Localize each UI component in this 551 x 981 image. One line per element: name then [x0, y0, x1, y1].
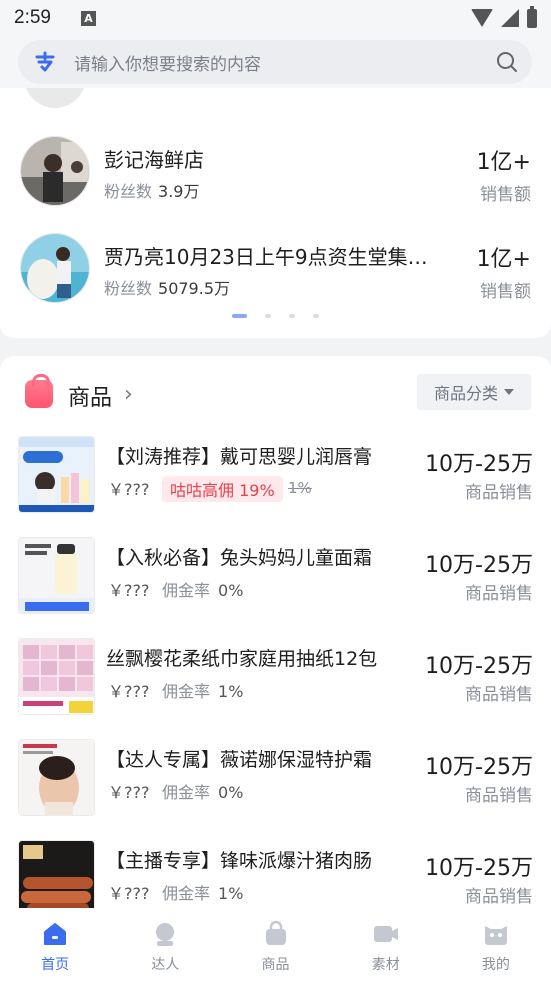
product-title: 【刘涛推荐】戴可思婴儿润唇膏 — [106, 446, 373, 468]
product-title: 【达人专属】薇诺娜保湿特护霜 — [106, 749, 373, 771]
influencer-name: 贾乃亮10月23日上午9点资生堂集团超级品牌日 — [104, 245, 444, 269]
goods-section: 商品 › 商品分类 【刘涛推荐】戴可思婴儿润唇膏 ￥??? 咕咕高佣 19% 1… — [0, 356, 551, 917]
sales-label: 商品销售 — [465, 584, 533, 604]
avatar — [20, 136, 90, 206]
tab-goods[interactable]: 商品 — [220, 908, 330, 981]
battery-icon — [527, 5, 537, 28]
product-sales: 10万-25万 — [425, 755, 533, 780]
status-icons — [471, 5, 537, 28]
commission-rate: 佣金率 0% — [162, 581, 244, 600]
sales-label: 商品销售 — [465, 786, 533, 806]
search-placeholder: 请输入你想要搜索的内容 — [74, 54, 261, 75]
bag-icon — [262, 920, 290, 948]
wifi-icon — [471, 9, 493, 27]
product-thumbnail — [18, 436, 95, 513]
tab-label: 商品 — [261, 957, 290, 973]
sales-label: 销售额 — [480, 185, 531, 205]
product-price: ￥??? — [108, 581, 150, 600]
product-sales: 10万-25万 — [425, 452, 533, 477]
shopping-bag-icon — [25, 374, 53, 408]
product-sales: 10万-25万 — [425, 654, 533, 679]
product-thumbnail — [18, 638, 95, 715]
goods-header: 商品 › 商品分类 — [0, 374, 551, 416]
section-title[interactable]: 商品 — [68, 380, 112, 412]
tab-home[interactable]: 首页 — [0, 908, 110, 981]
influencer-name: 彭记海鲜店 — [104, 148, 204, 172]
product-row[interactable]: 【达人专属】薇诺娜保湿特护霜 ￥??? 佣金率 0% 10万-25万 商品销售 — [0, 739, 551, 825]
product-title: 【入秋必备】兔头妈妈儿童面霜 — [106, 547, 373, 569]
product-row[interactable]: 【刘涛推荐】戴可思婴儿润唇膏 ￥??? 咕咕高佣 19% 1% 10万-25万 … — [0, 436, 551, 522]
influencer-card: 彭记海鲜店 粉丝数 3.9万 1亿+ 销售额 贾乃亮10月23日上午9点资生堂集团… — [0, 88, 551, 338]
sales-value: 1亿+ — [476, 150, 531, 175]
product-sales: 10万-25万 — [425, 856, 533, 881]
product-price: ￥??? — [108, 480, 150, 499]
signal-icon — [501, 9, 519, 27]
product-title: 丝飘樱花柔纸巾家庭用抽纸12包 — [106, 648, 378, 670]
tab-label: 达人 — [151, 957, 180, 973]
product-sales: 10万-25万 — [425, 553, 533, 578]
avatar — [20, 233, 90, 303]
chevron-right-icon[interactable]: › — [124, 382, 133, 407]
product-title: 【主播专享】锋味派爆汁猪肉肠 — [106, 850, 373, 872]
product-price: ￥??? — [108, 884, 150, 903]
influencer-row[interactable]: 彭记海鲜店 粉丝数 3.9万 1亿+ 销售额 — [0, 126, 551, 216]
person-icon — [151, 920, 179, 948]
tab-mine[interactable]: 我的 — [441, 908, 551, 981]
profile-icon — [482, 920, 510, 948]
carousel-dot — [313, 314, 319, 318]
product-row[interactable]: 【入秋必备】兔头妈妈儿童面霜 ￥??? 佣金率 0% 10万-25万 商品销售 — [0, 537, 551, 623]
video-icon — [372, 920, 400, 948]
search-icon[interactable] — [496, 51, 518, 73]
sales-label: 商品销售 — [465, 685, 533, 705]
status-bar: 2:59 A — [0, 0, 551, 36]
bottom-tab-bar: 首页 达人 商品 素材 我的 — [0, 908, 551, 981]
tab-influencers[interactable]: 达人 — [110, 908, 220, 981]
carousel-dot — [289, 314, 295, 318]
tab-label: 素材 — [371, 957, 400, 973]
category-label: 商品分类 — [433, 384, 498, 403]
commission-rate: 佣金率 0% — [162, 783, 244, 802]
sales-label: 销售额 — [480, 282, 531, 302]
sales-value: 1亿+ — [476, 247, 531, 272]
tab-materials[interactable]: 素材 — [331, 908, 441, 981]
sales-label: 商品销售 — [465, 483, 533, 503]
product-thumbnail — [18, 537, 95, 614]
category-filter-button[interactable]: 商品分类 — [417, 374, 531, 410]
commission-badge: 咕咕高佣 19% — [162, 476, 283, 502]
status-time: 2:59 — [14, 7, 51, 28]
app-logo-icon — [32, 49, 58, 75]
home-icon — [41, 920, 69, 948]
avatar — [24, 88, 86, 108]
product-thumbnail — [18, 840, 95, 917]
carousel-dot — [232, 314, 247, 318]
fans-count: 粉丝数 5079.5万 — [104, 279, 231, 298]
search-area: 请输入你想要搜索的内容 — [0, 36, 551, 88]
notification-icon: A — [80, 10, 96, 26]
tab-label: 我的 — [481, 957, 510, 973]
sales-label: 商品销售 — [465, 887, 533, 907]
carousel-indicator — [0, 314, 551, 318]
product-row[interactable]: 丝飘樱花柔纸巾家庭用抽纸12包 ￥??? 佣金率 1% 10万-25万 商品销售 — [0, 638, 551, 724]
search-input[interactable]: 请输入你想要搜索的内容 — [18, 40, 532, 84]
influencer-row[interactable]: 贾乃亮10月23日上午9点资生堂集团超级品牌日 粉丝数5079.5万 1亿+ 销… — [0, 223, 551, 313]
product-price: ￥??? — [108, 783, 150, 802]
tab-label: 首页 — [41, 957, 70, 973]
original-commission: 1% — [288, 479, 312, 497]
product-price: ￥??? — [108, 682, 150, 701]
fans-count: 粉丝数 3.9万 — [104, 182, 200, 201]
caret-down-icon — [504, 389, 514, 395]
product-thumbnail — [18, 739, 95, 816]
commission-rate: 佣金率 1% — [162, 682, 244, 701]
carousel-dot — [265, 314, 271, 318]
commission-rate: 佣金率 1% — [162, 884, 244, 903]
